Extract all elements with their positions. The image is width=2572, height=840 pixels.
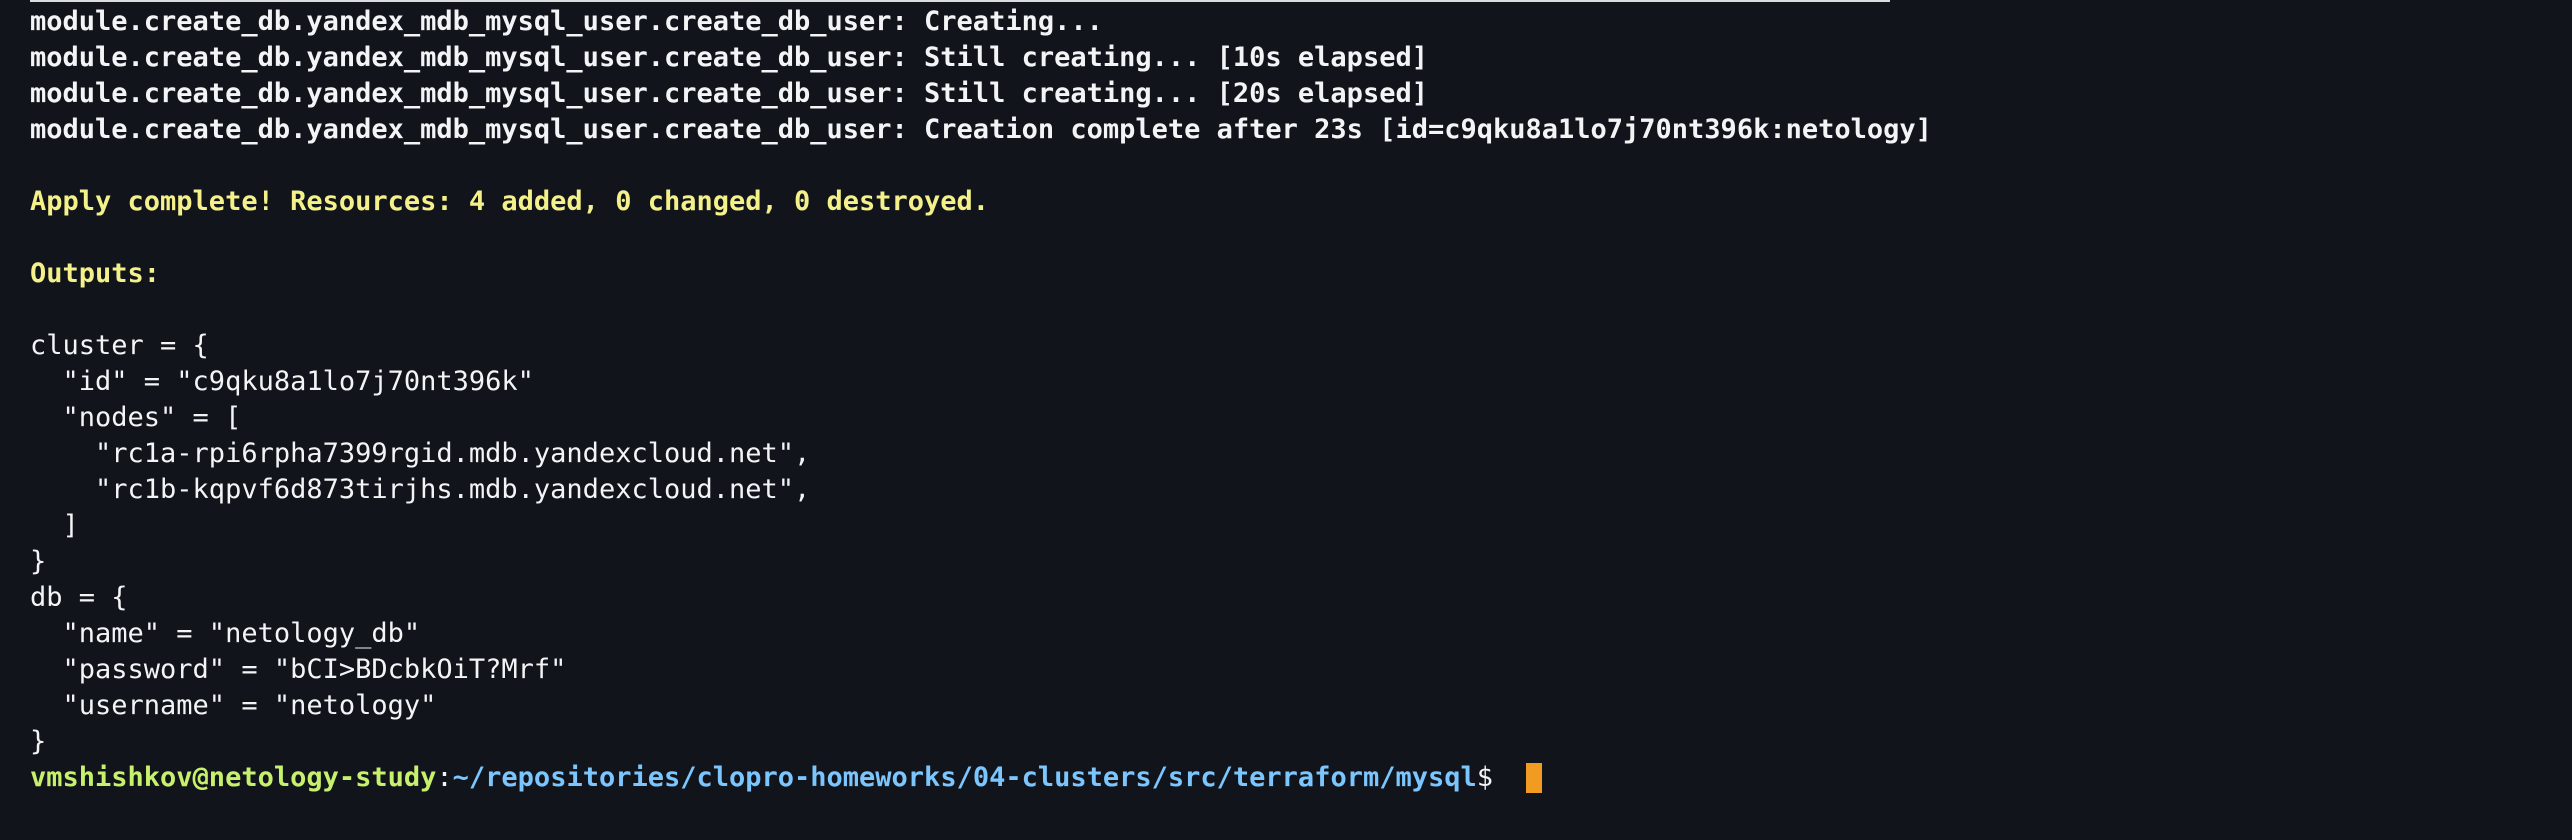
output-line: db = { [30, 582, 128, 613]
prompt-separator: : [436, 762, 453, 793]
shell-prompt[interactable]: vmshishkov@netology-study: ~/repositories… [30, 760, 2542, 796]
output-line: "id" = "c9qku8a1lo7j70nt396k" [30, 366, 534, 397]
terminal-output: module.create_db.yandex_mdb_mysql_user.c… [30, 4, 2542, 796]
prompt-user-host: vmshishkov@netology-study [30, 762, 437, 793]
output-line: "name" = "netology_db" [30, 618, 421, 649]
text-cursor[interactable] [1526, 763, 1543, 793]
apply-complete-line: Apply complete! Resources: 4 added, 0 ch… [30, 186, 990, 217]
output-line: "rc1b-kqpvf6d873tirjhs.mdb.yandexcloud.n… [30, 474, 811, 505]
previous-output-fragment [30, 0, 1890, 2]
terminal-window[interactable]: module.create_db.yandex_mdb_mysql_user.c… [0, 0, 2572, 840]
output-line: module.create_db.yandex_mdb_mysql_user.c… [30, 114, 1932, 145]
output-line: module.create_db.yandex_mdb_mysql_user.c… [30, 78, 1428, 109]
output-line: "rc1a-rpi6rpha7399rgid.mdb.yandexcloud.n… [30, 438, 811, 469]
output-line: "username" = "netology" [30, 690, 437, 721]
output-line: "nodes" = [ [30, 402, 242, 433]
output-line: } [30, 546, 47, 577]
prompt-symbol: $ [1476, 762, 1510, 793]
output-line: cluster = { [30, 330, 209, 361]
output-line: } [30, 726, 47, 757]
output-line: module.create_db.yandex_mdb_mysql_user.c… [30, 42, 1428, 73]
outputs-heading: Outputs: [30, 258, 161, 289]
output-line: ] [30, 510, 79, 541]
output-line: module.create_db.yandex_mdb_mysql_user.c… [30, 6, 1103, 37]
output-line: "password" = "bCI>BDcbkOiT?Mrf" [30, 654, 567, 685]
prompt-path: ~/repositories/clopro-homeworks/04-clust… [452, 762, 1477, 793]
